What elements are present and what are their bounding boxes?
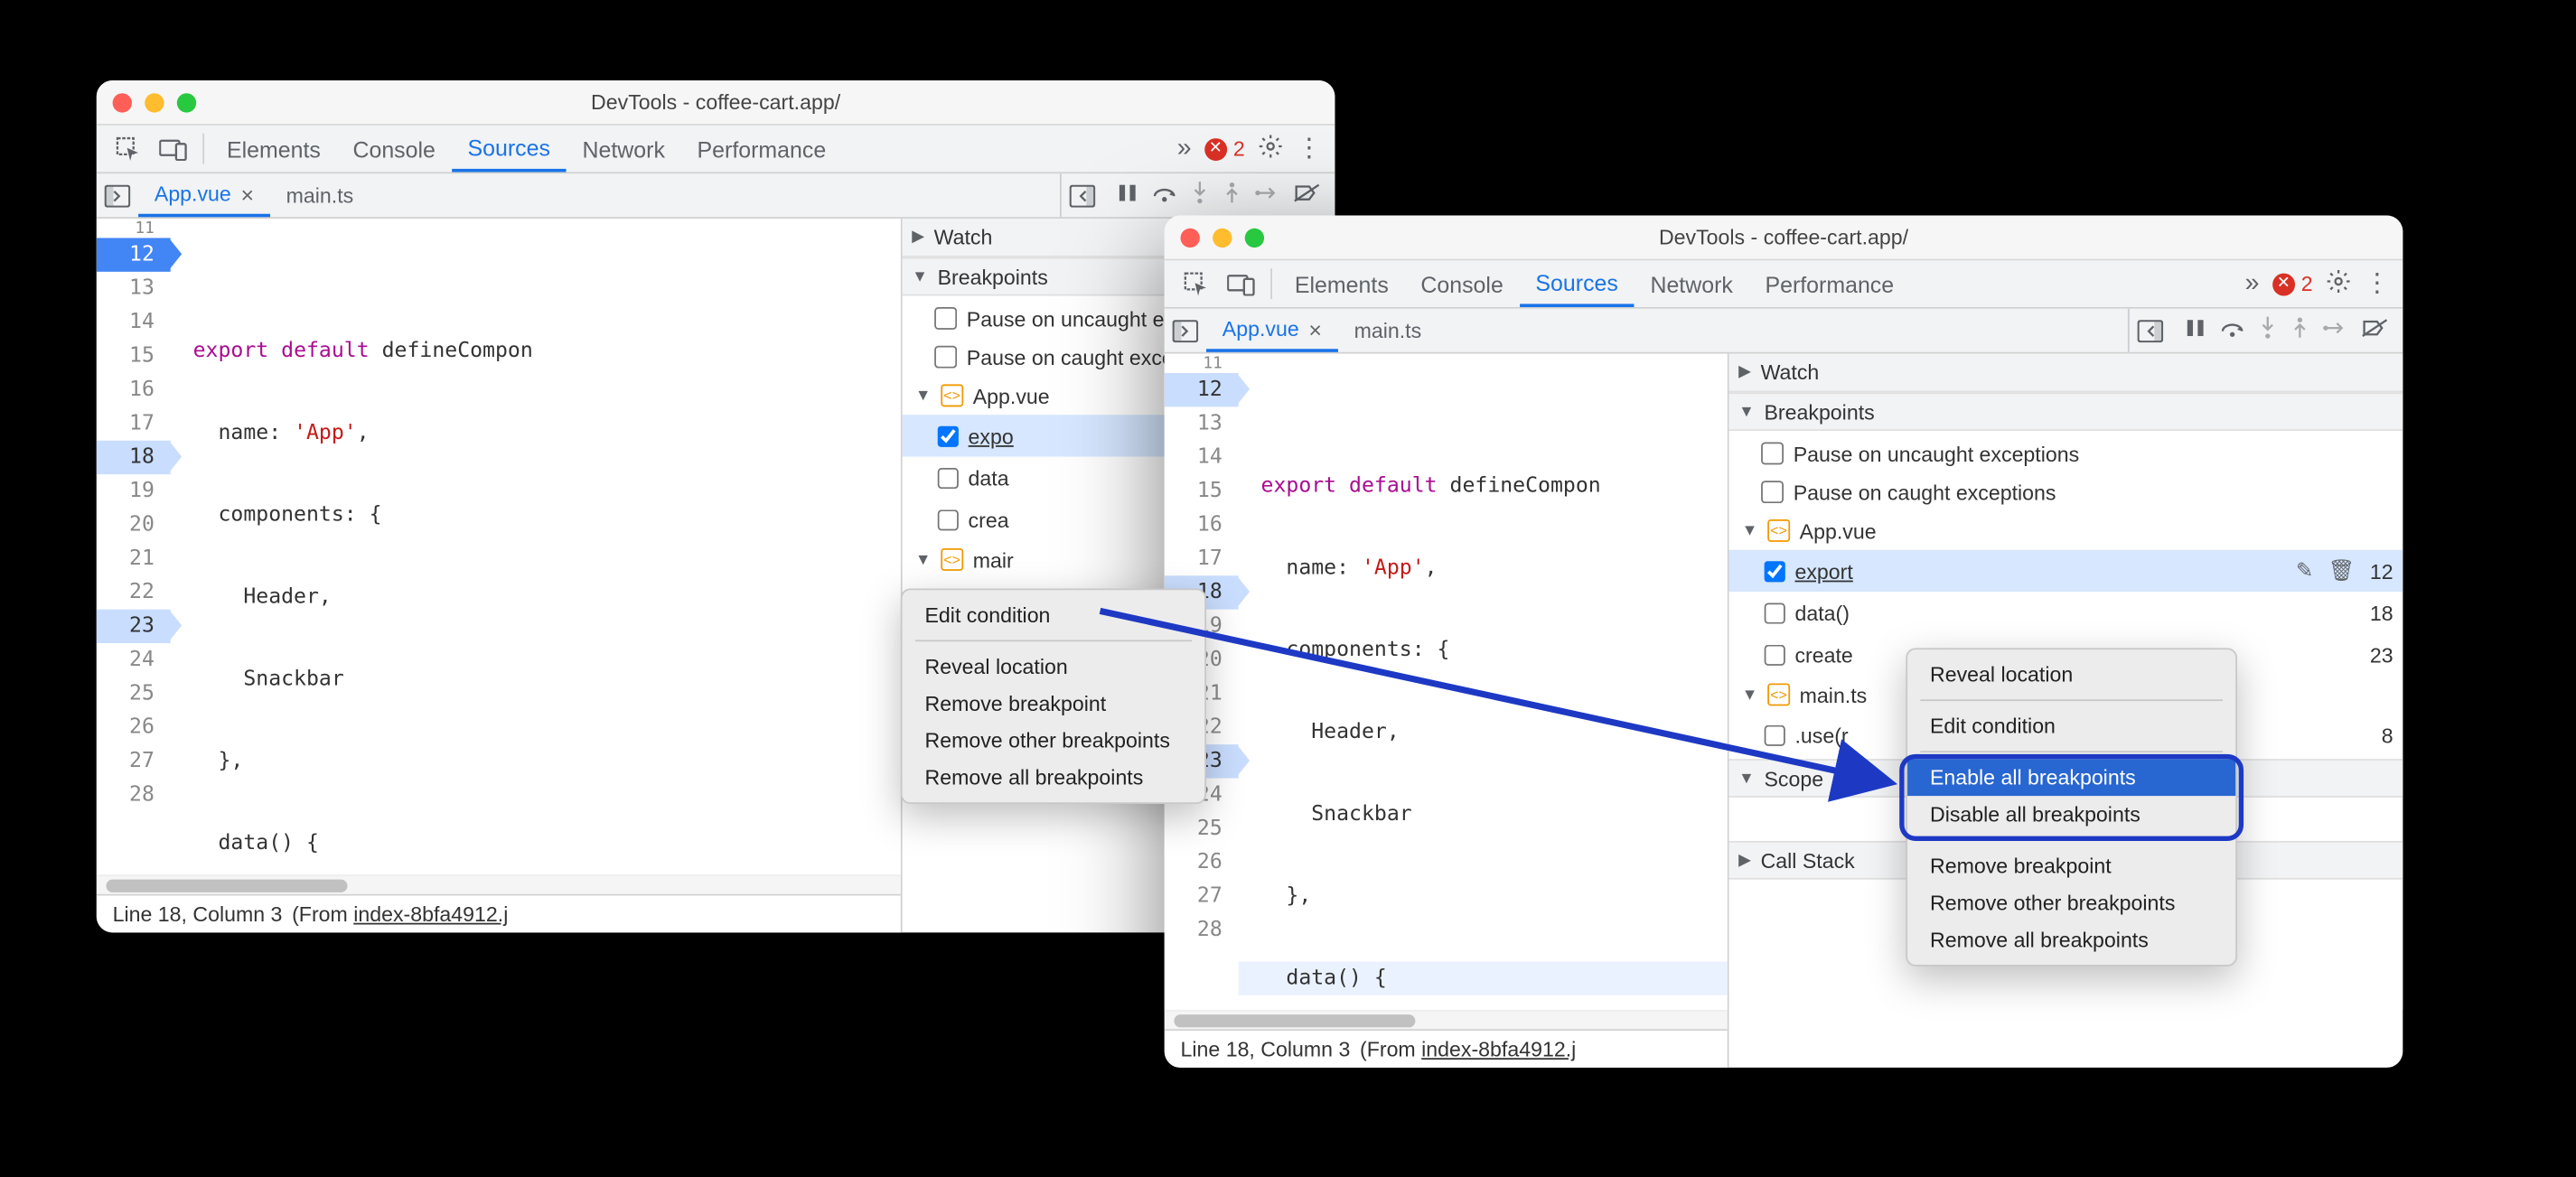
file-tab-appvue[interactable]: App.vue × [138,173,270,217]
titlebar: DevTools - coffee-cart.app/ [97,80,1335,126]
step-over-icon[interactable] [2219,317,2244,344]
window-title: DevTools - coffee-cart.app/ [1165,225,2403,249]
deactivate-breakpoints-icon[interactable] [1293,182,1322,209]
pause-icon[interactable] [1116,182,1138,209]
code-editor[interactable]: 11 12 1314151617 18 19202122 23 24252627… [1165,354,1728,1010]
tab-network[interactable]: Network [1635,260,1749,307]
ctx-edit-condition[interactable]: Edit condition [903,596,1205,633]
more-tabs-icon[interactable]: » [1177,135,1192,163]
pause-icon[interactable] [2184,317,2206,344]
file-tab-maints[interactable]: main.ts [1338,309,1438,352]
bp-file-appvue[interactable]: ▼<>App.vue [1729,511,2403,550]
bp-entry-export[interactable]: export ✎ 🗑 12 [1729,550,2403,592]
step-over-icon[interactable] [1151,182,1176,209]
status-bar: Line 18, Column 3 (From index-8bfa4912.j [97,894,901,933]
step-into-icon[interactable] [1190,180,1209,210]
ctx-remove-breakpoint[interactable]: Remove breakpoint [1907,847,2235,884]
file-tab-maints[interactable]: main.ts [270,173,370,217]
step-into-icon[interactable] [2258,315,2277,346]
debugger-controls [1103,173,1335,217]
step-icon[interactable] [1254,183,1279,208]
step-out-icon[interactable] [1222,180,1241,210]
tab-sources[interactable]: Sources [1520,260,1635,307]
edit-breakpoint-icon[interactable]: ✎ [2296,558,2318,584]
bp-entry-data[interactable]: data() 18 [1729,592,2403,633]
window-title: DevTools - coffee-cart.app/ [97,90,1335,115]
devtools-window-before: DevTools - coffee-cart.app/ Elements Con… [97,80,1335,932]
tab-sources[interactable]: Sources [452,126,567,173]
file-tabbar: App.vue × main.ts [1165,309,2403,354]
section-watch[interactable]: ▶Watch [1729,354,2403,393]
more-tabs-icon[interactable]: » [2245,269,2260,298]
editor-scrollbar[interactable] [1165,1010,1728,1029]
error-badge[interactable]: ✕2 [2272,272,2313,296]
inspect-icon[interactable] [1174,260,1219,307]
devtools-window-after: DevTools - coffee-cart.app/ Elements Con… [1165,216,2403,1068]
deactivate-breakpoints-icon[interactable] [2361,317,2390,344]
close-tab-icon[interactable]: × [1308,316,1322,341]
ctx-disable-all[interactable]: Disable all breakpoints [1907,796,2235,833]
device-toggle-icon[interactable] [1219,260,1264,307]
debugger-controls [2171,309,2403,352]
devtools-tabbar: Elements Console Sources Network Perform… [97,126,1335,173]
ctx-remove-all[interactable]: Remove all breakpoints [903,759,1205,796]
ctx-remove-all[interactable]: Remove all breakpoints [1907,921,2235,958]
close-tab-icon[interactable]: × [240,181,254,206]
ctx-enable-all[interactable]: Enable all breakpoints [1907,759,2235,796]
cursor-position: Line 18, Column 3 [113,902,283,927]
code-content[interactable]: export default defineCompon name: 'App',… [1239,354,1728,1010]
section-breakpoints[interactable]: ▼Breakpoints [1729,392,2403,431]
file-tab-appvue[interactable]: App.vue × [1206,309,1338,352]
line-gutter[interactable]: 11 12 1314151617 18 19202122 23 24252627… [97,219,171,874]
debugger-toggle-icon[interactable] [1062,173,1103,217]
step-icon[interactable] [2322,318,2347,342]
settings-gear-icon[interactable] [2326,268,2351,299]
source-map-link[interactable]: index-8bfa4912.j [1421,1037,1576,1061]
ctx-remove-breakpoint[interactable]: Remove breakpoint [903,685,1205,722]
context-menu-before[interactable]: Edit condition Reveal location Remove br… [901,588,1206,804]
debugger-toggle-icon[interactable] [2130,309,2171,352]
tab-console[interactable]: Console [337,126,452,173]
devtools-tabbar: Elements Console Sources Network Perform… [1165,260,2403,308]
ctx-reveal-location[interactable]: Reveal location [903,648,1205,685]
ctx-remove-other[interactable]: Remove other breakpoints [1907,884,2235,921]
context-menu-after[interactable]: Reveal location Edit condition Enable al… [1906,648,2237,966]
tab-elements[interactable]: Elements [1279,260,1404,307]
ctx-edit-condition[interactable]: Edit condition [1907,707,2235,744]
editor-scrollbar[interactable] [97,874,901,893]
pause-uncaught-checkbox[interactable]: Pause on uncaught exceptions [1729,434,2403,473]
settings-gear-icon[interactable] [1258,134,1283,164]
pause-caught-checkbox[interactable]: Pause on caught exceptions [1729,472,2403,511]
step-out-icon[interactable] [2290,315,2309,346]
code-editor[interactable]: 11 12 1314151617 18 19202122 23 24252627… [97,219,901,874]
tab-performance[interactable]: Performance [1749,260,1910,307]
file-tabbar: App.vue × main.ts [97,173,1335,219]
ctx-reveal-location[interactable]: Reveal location [1907,656,2235,693]
error-badge[interactable]: ✕2 [1204,136,1245,161]
navigator-toggle-icon[interactable] [1165,309,1206,352]
device-toggle-icon[interactable] [151,126,196,173]
inspect-icon[interactable] [106,126,151,173]
delete-breakpoint-icon[interactable]: 🗑 [2328,558,2351,584]
tab-console[interactable]: Console [1405,260,1520,307]
status-bar: Line 18, Column 3 (From index-8bfa4912.j [1165,1029,1728,1068]
source-map-link[interactable]: index-8bfa4912.j [353,902,508,927]
code-content[interactable]: export default defineCompon name: 'App',… [171,219,901,874]
ctx-remove-other[interactable]: Remove other breakpoints [903,722,1205,759]
tab-performance[interactable]: Performance [681,126,842,173]
tab-elements[interactable]: Elements [211,126,336,173]
tab-network[interactable]: Network [567,126,681,173]
navigator-toggle-icon[interactable] [97,173,138,217]
titlebar: DevTools - coffee-cart.app/ [1165,216,2403,261]
cursor-position: Line 18, Column 3 [1181,1037,1351,1061]
